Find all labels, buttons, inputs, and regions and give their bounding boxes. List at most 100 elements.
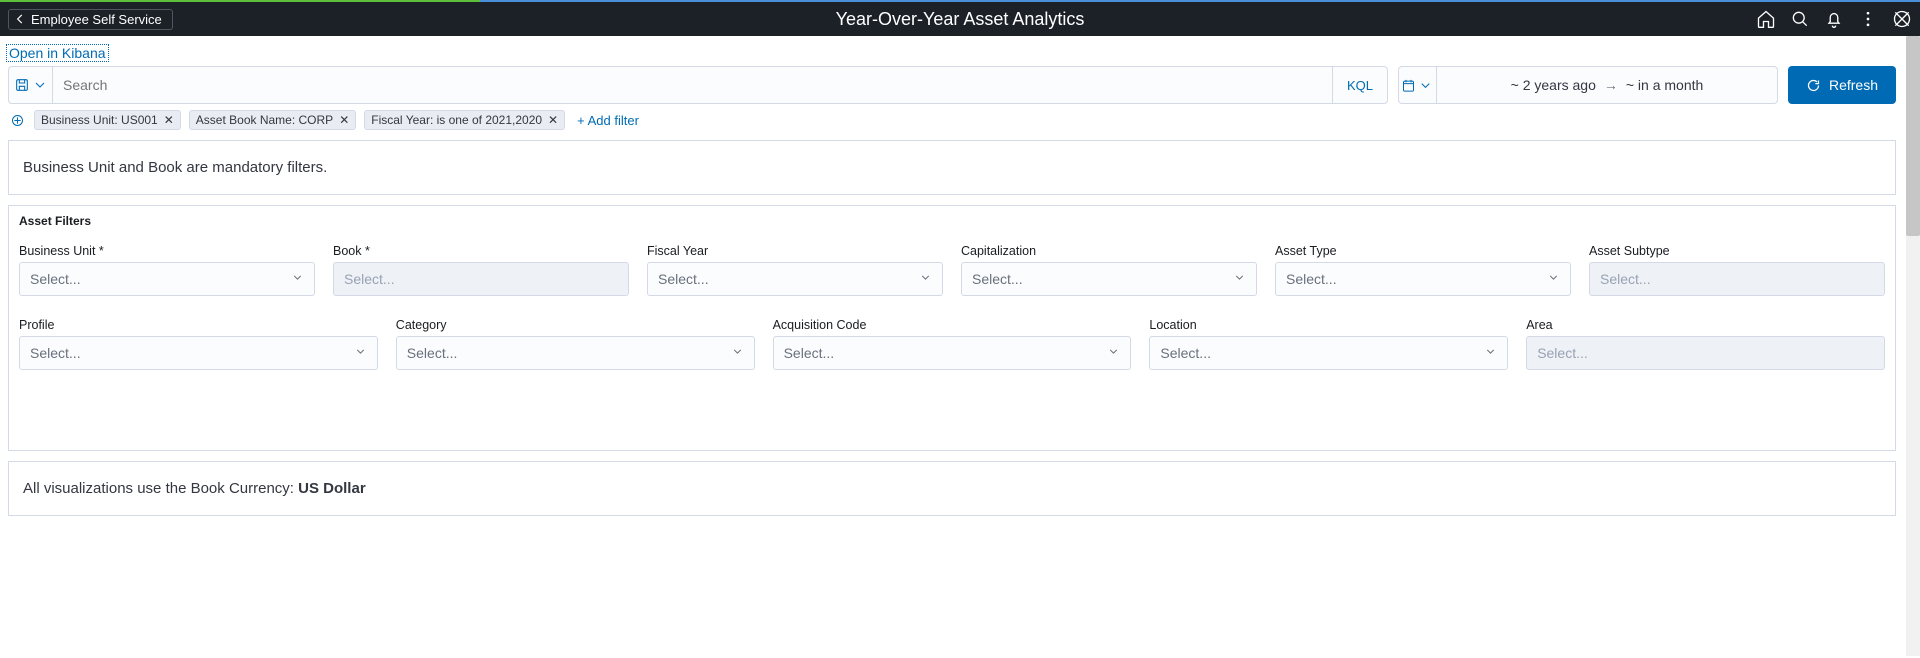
remove-filter-icon[interactable]: ✕ xyxy=(548,114,558,126)
kql-toggle[interactable]: KQL xyxy=(1332,67,1387,103)
filter-label: Acquisition Code xyxy=(773,318,1132,332)
open-in-kibana-link[interactable]: Open in Kibana xyxy=(6,44,109,62)
filter-chips-row: Business Unit: US001✕Asset Book Name: CO… xyxy=(0,104,1904,140)
filter-select[interactable]: Select... xyxy=(647,262,943,296)
home-icon[interactable] xyxy=(1756,9,1776,29)
filter-field: Acquisition Code Select... xyxy=(773,318,1132,370)
currency-value: US Dollar xyxy=(298,480,366,497)
filter-chip-label: Business Unit: US001 xyxy=(41,113,158,127)
date-to: ~ in a month xyxy=(1626,77,1703,93)
disk-icon xyxy=(14,77,30,93)
filter-chip[interactable]: Asset Book Name: CORP ✕ xyxy=(189,110,356,130)
filter-field: Asset Type Select... xyxy=(1275,244,1571,296)
vertical-scrollbar[interactable] xyxy=(1906,36,1920,656)
search-input[interactable] xyxy=(53,67,1332,103)
currency-prefix: All visualizations use the Book Currency… xyxy=(23,480,298,497)
select-placeholder: Select... xyxy=(1600,271,1651,287)
filter-icon xyxy=(10,113,25,128)
filter-chip-label: Asset Book Name: CORP xyxy=(196,113,333,127)
chevron-down-icon xyxy=(919,271,932,287)
filter-label: Profile xyxy=(19,318,378,332)
scrollbar-thumb[interactable] xyxy=(1906,36,1920,236)
chevron-down-icon xyxy=(1107,345,1120,361)
filter-label: Fiscal Year xyxy=(647,244,943,258)
add-filter-button[interactable]: + Add filter xyxy=(573,111,643,130)
back-label: Employee Self Service xyxy=(31,12,162,27)
app-header: Employee Self Service Year-Over-Year Ass… xyxy=(0,2,1920,36)
chevron-down-icon xyxy=(731,345,744,361)
filter-select: Select... xyxy=(333,262,629,296)
select-placeholder: Select... xyxy=(1537,345,1588,361)
filter-select: Select... xyxy=(1526,336,1885,370)
header-actions xyxy=(1756,9,1912,29)
filter-label: Asset Type xyxy=(1275,244,1571,258)
filter-field: Capitalization Select... xyxy=(961,244,1257,296)
chevron-down-icon xyxy=(354,345,367,361)
page-title: Year-Over-Year Asset Analytics xyxy=(836,9,1085,30)
select-placeholder: Select... xyxy=(784,345,835,361)
filter-field: Asset Subtype Select... xyxy=(1589,244,1885,296)
more-vertical-icon[interactable] xyxy=(1858,9,1878,29)
saved-queries-button[interactable] xyxy=(9,67,53,103)
currency-notice: All visualizations use the Book Currency… xyxy=(8,461,1896,516)
chevron-left-icon xyxy=(13,12,27,26)
chevron-down-icon xyxy=(1233,271,1246,287)
select-placeholder: Select... xyxy=(407,345,458,361)
filter-select[interactable]: Select... xyxy=(19,262,315,296)
search-icon[interactable] xyxy=(1790,9,1810,29)
select-placeholder: Select... xyxy=(30,271,81,287)
mandatory-filters-text: Business Unit and Book are mandatory fil… xyxy=(23,159,327,176)
remove-filter-icon[interactable]: ✕ xyxy=(339,114,349,126)
chevron-down-icon xyxy=(1547,271,1560,287)
date-from: ~ 2 years ago xyxy=(1511,77,1596,93)
arrow-right-icon: → xyxy=(1604,77,1618,93)
select-placeholder: Select... xyxy=(30,345,81,361)
refresh-button[interactable]: Refresh xyxy=(1788,66,1896,104)
filter-label: Area xyxy=(1526,318,1885,332)
search-container: KQL xyxy=(8,66,1388,104)
content: Open in Kibana KQL ~ 2 years ago → ~ in … xyxy=(0,36,1920,516)
compass-icon[interactable] xyxy=(1892,9,1912,29)
filter-field: Book *Select... xyxy=(333,244,629,296)
back-button[interactable]: Employee Self Service xyxy=(8,9,173,30)
calendar-icon xyxy=(1401,78,1416,93)
remove-filter-icon[interactable]: ✕ xyxy=(164,114,174,126)
filter-label: Location xyxy=(1149,318,1508,332)
filter-field: Profile Select... xyxy=(19,318,378,370)
filter-chip[interactable]: Fiscal Year: is one of 2021,2020 ✕ xyxy=(364,110,565,130)
filter-label: Capitalization xyxy=(961,244,1257,258)
asset-filters-panel: Asset Filters Business Unit *Select...Bo… xyxy=(8,205,1896,451)
filter-select[interactable]: Select... xyxy=(1275,262,1571,296)
date-range-picker[interactable]: ~ 2 years ago → ~ in a month xyxy=(1398,66,1778,104)
filter-field: Fiscal Year Select... xyxy=(647,244,943,296)
filter-field: Location Select... xyxy=(1149,318,1508,370)
select-placeholder: Select... xyxy=(344,271,395,287)
filter-select[interactable]: Select... xyxy=(961,262,1257,296)
filters-menu-button[interactable] xyxy=(8,111,26,129)
chevron-down-icon xyxy=(1484,345,1497,361)
chevron-down-icon xyxy=(291,271,304,287)
query-bar: KQL ~ 2 years ago → ~ in a month Refresh xyxy=(0,66,1904,104)
filter-label: Business Unit * xyxy=(19,244,315,258)
filter-label: Category xyxy=(396,318,755,332)
filter-select: Select... xyxy=(1589,262,1885,296)
date-range-display[interactable]: ~ 2 years ago → ~ in a month xyxy=(1437,77,1777,93)
bell-icon[interactable] xyxy=(1824,9,1844,29)
filter-select[interactable]: Select... xyxy=(773,336,1132,370)
filter-select[interactable]: Select... xyxy=(19,336,378,370)
filter-chip-label: Fiscal Year: is one of 2021,2020 xyxy=(371,113,542,127)
filter-field: Category Select... xyxy=(396,318,755,370)
refresh-icon xyxy=(1806,78,1821,93)
filter-chip[interactable]: Business Unit: US001 ✕ xyxy=(34,110,181,130)
chevron-down-icon xyxy=(1418,78,1433,93)
date-quick-select[interactable] xyxy=(1399,67,1437,103)
filter-field: Area Select... xyxy=(1526,318,1885,370)
asset-filters-title: Asset Filters xyxy=(19,214,1885,236)
filter-select[interactable]: Select... xyxy=(396,336,755,370)
filter-label: Asset Subtype xyxy=(1589,244,1885,258)
mandatory-filters-notice: Business Unit and Book are mandatory fil… xyxy=(8,140,1896,195)
filter-select[interactable]: Select... xyxy=(1149,336,1508,370)
select-placeholder: Select... xyxy=(658,271,709,287)
select-placeholder: Select... xyxy=(972,271,1023,287)
select-placeholder: Select... xyxy=(1286,271,1337,287)
